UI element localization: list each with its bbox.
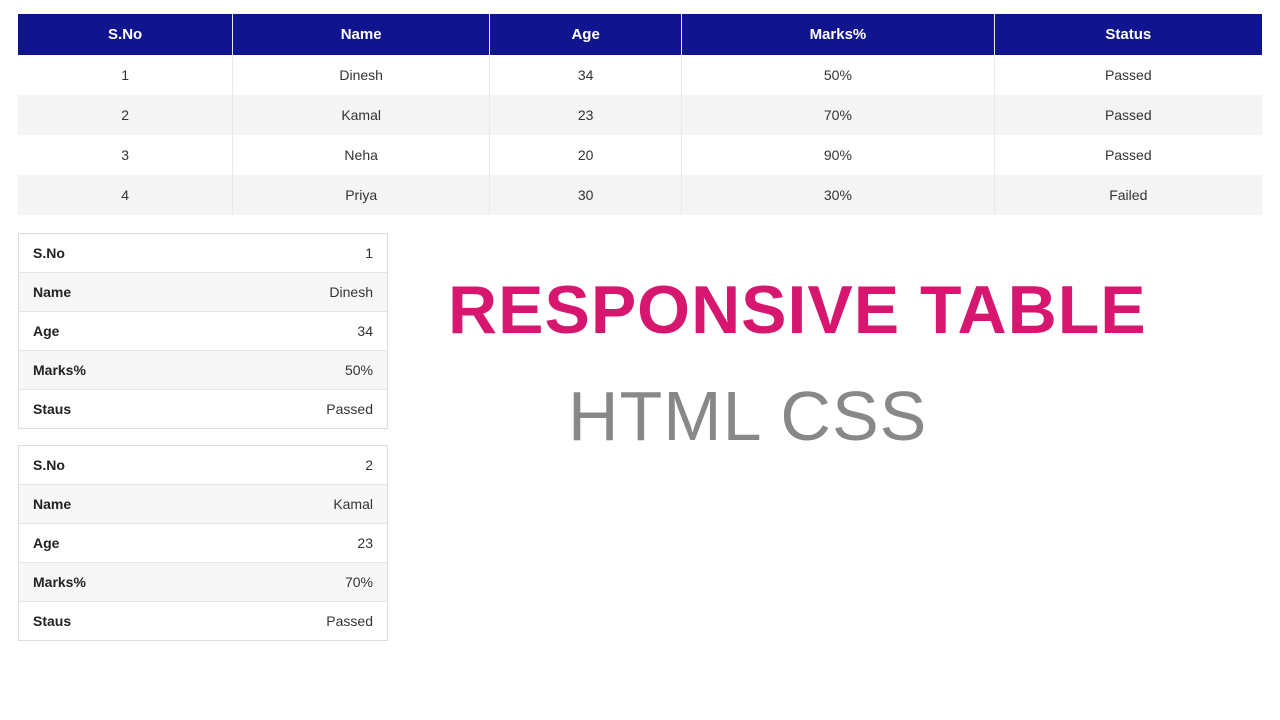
cell-sno: 4 bbox=[18, 175, 233, 215]
card-value: 70% bbox=[345, 574, 373, 590]
card-label: Name bbox=[33, 284, 71, 300]
card-value: Passed bbox=[326, 401, 373, 417]
card-field: Staus Passed bbox=[19, 390, 387, 428]
cell-age: 23 bbox=[490, 95, 682, 135]
col-sno: S.No bbox=[18, 14, 233, 55]
card-field: Marks% 70% bbox=[19, 563, 387, 602]
card-label: Marks% bbox=[33, 574, 86, 590]
cell-age: 30 bbox=[490, 175, 682, 215]
cell-sno: 1 bbox=[18, 55, 233, 95]
col-status: Status bbox=[994, 14, 1262, 55]
cell-age: 34 bbox=[490, 55, 682, 95]
table-row: 2 Kamal 23 70% Passed bbox=[18, 95, 1262, 135]
card-list: S.No 1 Name Dinesh Age 34 Marks% 50% Sta… bbox=[18, 233, 388, 657]
title-block: RESPONSIVE TABLE HTML CSS bbox=[388, 233, 1262, 456]
title-secondary: HTML CSS bbox=[448, 376, 1262, 456]
card-label: S.No bbox=[33, 245, 65, 261]
col-age: Age bbox=[490, 14, 682, 55]
table-header-row: S.No Name Age Marks% Status bbox=[18, 14, 1262, 55]
cell-name: Neha bbox=[233, 135, 490, 175]
record-card: S.No 2 Name Kamal Age 23 Marks% 70% Stau… bbox=[18, 445, 388, 641]
cell-marks: 90% bbox=[682, 135, 994, 175]
card-field: Staus Passed bbox=[19, 602, 387, 640]
card-field: Age 23 bbox=[19, 524, 387, 563]
col-marks: Marks% bbox=[682, 14, 994, 55]
cell-marks: 30% bbox=[682, 175, 994, 215]
cell-marks: 70% bbox=[682, 95, 994, 135]
card-value: Kamal bbox=[333, 496, 373, 512]
card-field: S.No 1 bbox=[19, 234, 387, 273]
cell-sno: 3 bbox=[18, 135, 233, 175]
cell-sno: 2 bbox=[18, 95, 233, 135]
card-label: Age bbox=[33, 535, 59, 551]
cell-name: Dinesh bbox=[233, 55, 490, 95]
card-field: Age 34 bbox=[19, 312, 387, 351]
card-value: 50% bbox=[345, 362, 373, 378]
card-label: Age bbox=[33, 323, 59, 339]
cell-status: Passed bbox=[994, 135, 1262, 175]
card-value: 23 bbox=[357, 535, 373, 551]
card-label: Staus bbox=[33, 401, 71, 417]
cell-status: Passed bbox=[994, 95, 1262, 135]
record-card: S.No 1 Name Dinesh Age 34 Marks% 50% Sta… bbox=[18, 233, 388, 429]
card-value: 1 bbox=[365, 245, 373, 261]
card-label: Name bbox=[33, 496, 71, 512]
table-row: 3 Neha 20 90% Passed bbox=[18, 135, 1262, 175]
cell-name: Priya bbox=[233, 175, 490, 215]
card-field: Name Dinesh bbox=[19, 273, 387, 312]
card-field: Marks% 50% bbox=[19, 351, 387, 390]
cell-status: Passed bbox=[994, 55, 1262, 95]
card-field: Name Kamal bbox=[19, 485, 387, 524]
card-value: Passed bbox=[326, 613, 373, 629]
card-label: Marks% bbox=[33, 362, 86, 378]
card-field: S.No 2 bbox=[19, 446, 387, 485]
table-row: 1 Dinesh 34 50% Passed bbox=[18, 55, 1262, 95]
title-primary: RESPONSIVE TABLE bbox=[448, 273, 1262, 348]
card-label: Staus bbox=[33, 613, 71, 629]
cell-marks: 50% bbox=[682, 55, 994, 95]
cell-age: 20 bbox=[490, 135, 682, 175]
table-row: 4 Priya 30 30% Failed bbox=[18, 175, 1262, 215]
card-value: 2 bbox=[365, 457, 373, 473]
cell-name: Kamal bbox=[233, 95, 490, 135]
card-label: S.No bbox=[33, 457, 65, 473]
col-name: Name bbox=[233, 14, 490, 55]
card-value: 34 bbox=[357, 323, 373, 339]
cell-status: Failed bbox=[994, 175, 1262, 215]
card-value: Dinesh bbox=[329, 284, 373, 300]
data-table: S.No Name Age Marks% Status 1 Dinesh 34 … bbox=[18, 14, 1262, 215]
